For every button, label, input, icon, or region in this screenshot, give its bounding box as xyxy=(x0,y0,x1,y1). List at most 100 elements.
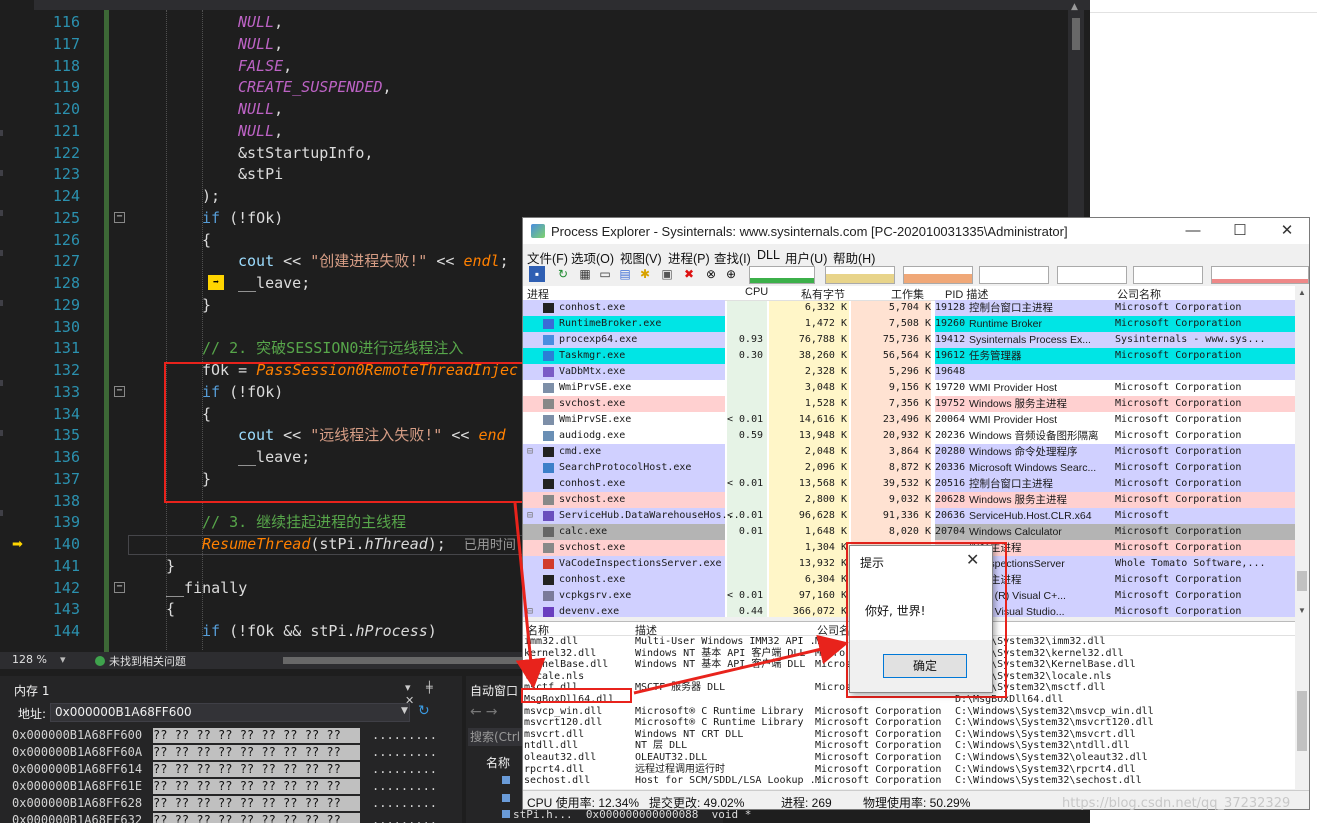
code-line[interactable]: 118 FALSE, xyxy=(0,55,1068,77)
process-row[interactable]: svchost.exe 2,800 K 9,032 K 20628 Windows 服务… xyxy=(523,492,1295,508)
io-graph[interactable] xyxy=(979,266,1049,284)
refresh-icon[interactable]: ↻ xyxy=(418,703,430,719)
code-line[interactable]: 119 CREATE_SUSPENDED, xyxy=(0,76,1068,98)
gear-icon[interactable]: ✱ xyxy=(637,266,653,282)
dll-row[interactable]: msvcp_win.dll Microsoft® C Runtime Librar… xyxy=(523,706,1295,718)
tree-toggle-icon[interactable]: ⊟ xyxy=(527,444,533,460)
network-graph[interactable] xyxy=(1057,266,1127,284)
memory-bytes[interactable]: ?? ?? ?? ?? ?? ?? ?? ?? ?? xyxy=(153,745,360,760)
tree-icon[interactable]: ▤ xyxy=(617,266,633,282)
process-working-set: 5,704 K xyxy=(888,302,931,313)
dll-row[interactable]: oleaut32.dll OLEAUT32.DLL Microsoft Corpor… xyxy=(523,752,1295,764)
zoom-level[interactable]: 128 % xyxy=(12,653,47,666)
quick-action-icon[interactable]: ➡ xyxy=(208,275,224,290)
cpu-graph[interactable] xyxy=(749,266,815,284)
memory-bytes[interactable]: ?? ?? ?? ?? ?? ?? ?? ?? ?? xyxy=(153,762,360,777)
code-line[interactable]: 116 NULL, xyxy=(0,11,1068,33)
line-number: 136 xyxy=(52,448,80,466)
window-icon[interactable]: ▭ xyxy=(597,266,613,282)
title-bar[interactable]: Process Explorer - Sysinternals: www.sys… xyxy=(523,218,1309,244)
search-input[interactable]: 搜索(Ctrl xyxy=(468,728,528,746)
process-row[interactable]: conhost.exe 6,332 K 5,704 K 19128 控制台窗口主进程 Mi… xyxy=(523,300,1295,316)
code-line[interactable]: 117 NULL, xyxy=(0,33,1068,55)
close-icon[interactable]: ✕ xyxy=(966,550,979,569)
dll-row[interactable]: ntdll.dll NT 层 DLL Microsoft Corporation C:… xyxy=(523,740,1295,752)
memory-bytes[interactable]: ?? ?? ?? ?? ?? ?? ?? ?? ?? xyxy=(153,779,360,794)
panel-pin-close-icons[interactable]: ▾ ╪ ✕ xyxy=(405,681,462,707)
dll-row[interactable]: rpcrt4.dll 远程过程调用运行时 Microsoft Corporation… xyxy=(523,764,1295,776)
process-list-scrollbar[interactable]: ▲ ▼ xyxy=(1295,286,1309,617)
code-line[interactable]: 120 NULL, xyxy=(0,98,1068,120)
process-working-set: 8,020 K xyxy=(888,526,931,537)
process-row[interactable]: VaDbMtx.exe 2,328 K 5,296 K 19648 xyxy=(523,364,1295,380)
toolbar: ▪ ↻ ▦ ▭ ▤ ✱ ▣ ✖ ⊗ ⊕ xyxy=(523,264,1309,286)
memory-bytes[interactable]: ?? ?? ?? ?? ?? ?? ?? ?? ?? xyxy=(153,796,360,811)
memory-row[interactable]: 0x000000B1A68FF61E ?? ?? ?? ?? ?? ?? ?? ?… xyxy=(12,778,437,795)
dll-row[interactable]: msvcrt120.dll Microsoft® C Runtime Librar… xyxy=(523,717,1295,729)
process-pid: 20336 xyxy=(935,462,966,473)
column-header-cpu[interactable]: CPU xyxy=(745,286,768,298)
process-row[interactable]: audiodg.exe 0.59 13,948 K 20,932 K 20236 Wind… xyxy=(523,428,1295,444)
issues-indicator[interactable]: 未找到相关问题 xyxy=(95,653,186,669)
chevron-down-icon[interactable]: ▾ xyxy=(60,653,66,666)
tree-toggle-icon[interactable]: ⊟ xyxy=(527,604,533,617)
process-row[interactable]: procexp64.exe 0.93 76,788 K 75,736 K 19412 Sy… xyxy=(523,332,1295,348)
dll-row[interactable]: msvcrt.dll Windows NT CRT DLL Microsoft Co… xyxy=(523,729,1295,741)
column-header-name[interactable]: 名称 xyxy=(486,754,510,771)
memory-row[interactable]: 0x000000B1A68FF600 ?? ?? ?? ?? ?? ?? ?? ?… xyxy=(12,727,437,744)
minimize-icon[interactable]: — xyxy=(1178,221,1208,241)
process-description: Windows Calculator xyxy=(969,526,1062,538)
disk-graph[interactable] xyxy=(1133,266,1203,284)
process-row[interactable]: ⊟ cmd.exe 2,048 K 3,864 K 20280 Windows 命令处理程… xyxy=(523,444,1295,460)
process-row[interactable]: WmiPrvSE.exe 3,048 K 9,156 K 19720 WMI Provi… xyxy=(523,380,1295,396)
process-private-bytes: 97,160 K xyxy=(798,590,847,601)
process-row[interactable]: ⊟ ServiceHub.DataWarehouseHos... < 0.01 96,… xyxy=(523,508,1295,524)
tree-toggle-icon[interactable]: ⊟ xyxy=(527,508,533,524)
memory-bytes[interactable]: ?? ?? ?? ?? ?? ?? ?? ?? ?? xyxy=(153,728,360,743)
properties-icon[interactable]: ▣ xyxy=(659,266,675,282)
collapse-icon[interactable]: − xyxy=(114,581,125,593)
process-row[interactable]: conhost.exe < 0.01 13,568 K 39,532 K 20516 控制… xyxy=(523,476,1295,492)
code-line[interactable]: 122 &stStartupInfo, xyxy=(0,142,1068,164)
memory-row[interactable]: 0x000000B1A68FF632 ?? ?? ?? ?? ?? ?? ?? ?… xyxy=(12,812,437,823)
process-row[interactable]: WmiPrvSE.exe < 0.01 14,616 K 23,496 K 20064 W… xyxy=(523,412,1295,428)
process-company: Microsoft Corporation xyxy=(1115,382,1242,393)
process-row[interactable]: Taskmgr.exe 0.30 38,260 K 56,564 K 19612 任务管理… xyxy=(523,348,1295,364)
collapse-icon[interactable]: − xyxy=(114,211,125,223)
system-info-icon[interactable]: ▦ xyxy=(577,266,593,282)
kill-process-icon[interactable]: ✖ xyxy=(681,266,697,282)
save-icon[interactable]: ▪ xyxy=(529,266,545,282)
dll-row[interactable]: sechost.dll Host for SCM/SDDL/LSA Lookup … xyxy=(523,775,1295,787)
memory-row[interactable]: 0x000000B1A68FF614 ?? ?? ?? ?? ?? ?? ?? ?… xyxy=(12,761,437,778)
physical-memory-graph[interactable] xyxy=(903,266,973,284)
collapse-icon[interactable]: − xyxy=(114,385,125,397)
find-binoculars-icon[interactable]: ⊗ xyxy=(703,266,719,282)
code-line[interactable]: 123 &stPi xyxy=(0,163,1068,185)
address-input[interactable]: 0x000000B1A68FF600 xyxy=(50,703,410,722)
process-row[interactable]: calc.exe 0.01 1,648 K 8,020 K 20704 Windows C… xyxy=(523,524,1295,540)
code-line[interactable]: 121 NULL, xyxy=(0,120,1068,142)
target-icon[interactable]: ⊕ xyxy=(723,266,739,282)
process-row[interactable]: SearchProtocolHost.exe 2,096 K 8,872 K 2033… xyxy=(523,460,1295,476)
menu-item[interactable]: DLL xyxy=(757,248,780,262)
chevron-down-icon[interactable]: ▼ xyxy=(401,706,408,716)
dll-name: ntdll.dll xyxy=(524,740,579,752)
line-number: 126 xyxy=(52,230,80,249)
process-row[interactable]: svchost.exe 1,528 K 7,356 K 19752 Windows 服务… xyxy=(523,396,1295,412)
commit-graph[interactable] xyxy=(825,266,895,284)
memory-row[interactable]: 0x000000B1A68FF60A ?? ?? ?? ?? ?? ?? ?? ?… xyxy=(12,744,437,761)
editor-horizontal-scrollbar[interactable] xyxy=(283,657,523,664)
gpu-graph[interactable] xyxy=(1211,266,1309,284)
maximize-icon[interactable]: ☐ xyxy=(1225,221,1255,241)
memory-bytes[interactable]: ?? ?? ?? ?? ?? ?? ?? ?? ?? xyxy=(153,813,360,823)
memory-row[interactable]: 0x000000B1A68FF628 ?? ?? ?? ?? ?? ?? ?? ?… xyxy=(12,795,437,812)
close-icon[interactable]: ✕ xyxy=(1272,221,1302,241)
nav-arrows-icon[interactable]: ←→ xyxy=(470,704,501,720)
process-icon xyxy=(543,591,554,601)
dll-description: Multi-User Windows IMM32 API ... xyxy=(635,636,828,647)
refresh-icon[interactable]: ↻ xyxy=(555,266,571,282)
code-line[interactable]: 124); xyxy=(0,185,1068,207)
ok-button[interactable]: 确定 xyxy=(883,654,967,678)
process-row[interactable]: RuntimeBroker.exe 1,472 K 7,508 K 19260 Runt… xyxy=(523,316,1295,332)
dll-list-scrollbar[interactable] xyxy=(1295,621,1309,788)
